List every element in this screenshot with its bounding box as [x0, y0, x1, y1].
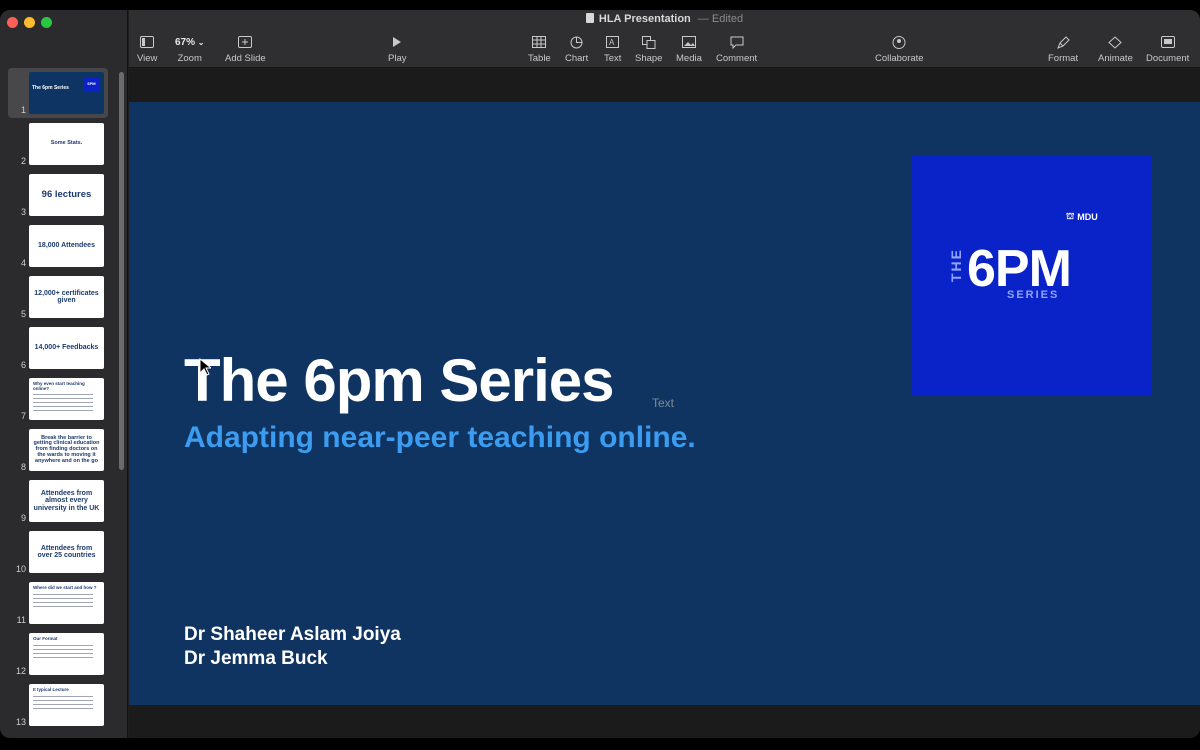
play-icon: [392, 34, 402, 50]
thumbnail-logo: 6PM: [84, 77, 99, 92]
text-button[interactable]: A Text: [604, 34, 621, 64]
slide-thumbnail-3[interactable]: 96 lectures 3: [0, 170, 118, 221]
slide-number: 13: [15, 717, 26, 727]
window-title: HLA Presentation — Edited: [129, 13, 1200, 25]
slide-thumbnail-preview: It typical Lecture: [29, 684, 104, 726]
chart-icon: [570, 34, 583, 50]
slide-number: 1: [20, 105, 26, 115]
text-placeholder[interactable]: Text: [652, 396, 674, 410]
slide-thumbnail-5[interactable]: 12,000+ certificates given 5: [0, 272, 118, 323]
media-icon: [681, 34, 696, 50]
slide-number: 11: [16, 615, 26, 625]
animate-icon: [1107, 34, 1123, 50]
slide-thumbnail-12[interactable]: Our Format 12: [0, 629, 118, 680]
zoom-window-button[interactable]: [41, 17, 52, 28]
slide-number: 9: [20, 513, 26, 523]
slide-thumbnail-preview: Attendees from over 25 countries: [29, 531, 104, 573]
slide-thumbnail-preview: 6PM The 6pm Series: [29, 72, 104, 114]
slide-thumbnail-11[interactable]: Where did we start and how ? 11: [0, 578, 118, 629]
logo-the-text: THE: [948, 248, 964, 282]
slide-thumbnail-preview: 14,000+ Feedbacks: [29, 327, 104, 369]
slide-thumbnail-preview: Why even start teaching online?: [29, 378, 104, 420]
slide-thumbnail-1[interactable]: 6PM The 6pm Series 1: [0, 68, 118, 119]
slide-thumbnail-preview: Our Format: [29, 633, 104, 675]
zoom-value: 67% ⌄: [175, 36, 205, 48]
slide-thumbnail-13[interactable]: It typical Lecture 13: [0, 680, 118, 731]
slide-thumbnail-preview: Where did we start and how ?: [29, 582, 104, 624]
slide-number: 5: [20, 309, 26, 319]
zoom-button[interactable]: 67% ⌄ Zoom: [175, 34, 205, 65]
slide-number: 3: [20, 207, 26, 217]
keynote-window: 6PM The 6pm Series 1 Some Stats. 2 96 le…: [0, 10, 1200, 738]
slide-title[interactable]: The 6pm Series: [184, 346, 615, 415]
6pm-series-logo[interactable]: ⛫ MDU THE 6PM SERIES: [911, 155, 1151, 395]
format-button[interactable]: Format: [1048, 34, 1078, 64]
media-button[interactable]: Media: [676, 34, 702, 64]
slide-number: 8: [20, 462, 26, 472]
logo-series-text: SERIES: [1007, 289, 1060, 301]
slide-thumbnail-preview: Break the barrier to getting clinical ed…: [29, 429, 104, 471]
format-brush-icon: [1056, 34, 1070, 50]
shape-icon: [641, 34, 656, 50]
window-controls: [7, 17, 52, 28]
document-button[interactable]: Document: [1146, 34, 1189, 64]
table-icon: [532, 34, 547, 50]
author-1[interactable]: Dr Shaheer Aslam Joiya: [184, 624, 401, 646]
close-window-button[interactable]: [7, 17, 18, 28]
sidebar-icon: [140, 34, 155, 50]
author-2[interactable]: Dr Jemma Buck: [184, 648, 328, 670]
text-icon: A: [606, 34, 620, 50]
shape-button[interactable]: Shape: [635, 34, 662, 64]
slide-thumbnail-9[interactable]: Attendees from almost every university i…: [0, 476, 118, 527]
collaborate-button[interactable]: Collaborate: [875, 34, 924, 64]
edited-status: Edited: [711, 13, 744, 25]
slide-thumbnail-preview: Attendees from almost every university i…: [29, 480, 104, 522]
view-button[interactable]: View: [137, 34, 157, 64]
slide-thumbnail-list: 6PM The 6pm Series 1 Some Stats. 2 96 le…: [0, 68, 118, 738]
slide-thumbnail-4[interactable]: 18,000 Attendees 4: [0, 221, 118, 272]
slide-number: 4: [20, 258, 26, 268]
document-icon: [585, 13, 594, 23]
slide-thumbnail-2[interactable]: Some Stats. 2: [0, 119, 118, 170]
slide-number: 10: [15, 564, 26, 574]
slide-number: 6: [20, 360, 26, 370]
slide-thumbnail-8[interactable]: Break the barrier to getting clinical ed…: [0, 425, 118, 476]
slide-navigator: 6PM The 6pm Series 1 Some Stats. 2 96 le…: [0, 10, 128, 738]
slide-number: 2: [20, 156, 26, 166]
svg-text:A: A: [609, 38, 615, 47]
slide-subtitle[interactable]: Adapting near-peer teaching online.: [184, 421, 696, 455]
table-button[interactable]: Table: [528, 34, 551, 64]
navigator-scrollbar[interactable]: [119, 72, 124, 470]
slide-thumbnail-preview: 12,000+ certificates given: [29, 276, 104, 318]
collaborate-icon: [892, 34, 906, 50]
add-slide-icon: [238, 34, 253, 50]
slide-thumbnail-preview: Some Stats.: [29, 123, 104, 165]
slide-thumbnail-preview: 18,000 Attendees: [29, 225, 104, 267]
slide-thumbnail-6[interactable]: 14,000+ Feedbacks 6: [0, 323, 118, 374]
toolbar: HLA Presentation — Edited View 67% ⌄ Zoo…: [129, 10, 1200, 68]
mdu-logo: ⛫ MDU: [1066, 211, 1098, 222]
slide-number: 7: [20, 411, 26, 421]
slide-number: 12: [15, 666, 26, 676]
current-slide[interactable]: ⛫ MDU THE 6PM SERIES The 6pm Series Text …: [129, 102, 1200, 705]
chart-button[interactable]: Chart: [565, 34, 588, 64]
minimize-window-button[interactable]: [24, 17, 35, 28]
document-panel-icon: [1160, 34, 1175, 50]
mdu-icon: ⛫: [1066, 211, 1075, 221]
slide-canvas[interactable]: ⛫ MDU THE 6PM SERIES The 6pm Series Text …: [129, 69, 1200, 738]
slide-thumbnail-10[interactable]: Attendees from over 25 countries 10: [0, 527, 118, 578]
comment-icon: [730, 34, 744, 50]
add-slide-button[interactable]: Add Slide: [225, 34, 266, 64]
play-button[interactable]: Play: [388, 34, 406, 64]
slide-thumbnail-preview: 96 lectures: [29, 174, 104, 216]
comment-button[interactable]: Comment: [716, 34, 757, 64]
slide-thumbnail-7[interactable]: Why even start teaching online? 7: [0, 374, 118, 425]
mouse-cursor-icon: [199, 357, 213, 381]
chevron-down-icon: ⌄: [197, 37, 205, 47]
animate-button[interactable]: Animate: [1098, 34, 1133, 64]
